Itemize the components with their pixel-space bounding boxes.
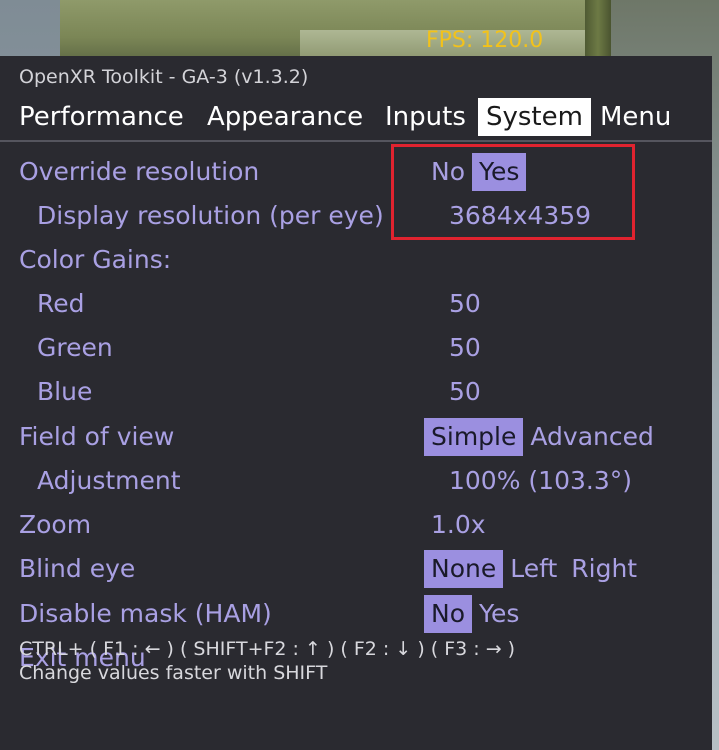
field-of-view-simple[interactable]: Simple [424,418,524,456]
tab-inputs[interactable]: Inputs [385,98,466,136]
adjustment-value[interactable]: 100% (103.3°) [449,463,632,499]
tab-system[interactable]: System [478,98,591,136]
tabs-divider [0,140,712,142]
tab-appearance[interactable]: Appearance [207,98,363,136]
override-resolution-label: Override resolution [19,157,260,186]
blind-eye-label: Blind eye [19,554,136,583]
setting-green: Green 50 [0,330,712,366]
blind-eye-none[interactable]: None [424,550,504,588]
field-of-view-options: Simple Advanced [424,418,661,456]
tab-performance[interactable]: Performance [19,98,184,136]
blue-label: Blue [37,377,93,406]
display-resolution-label: Display resolution (per eye) [37,201,384,230]
blind-eye-options: None Left Right [424,550,644,588]
zoom-label: Zoom [19,510,92,539]
annotation-highlight-box [391,144,635,240]
help-shortcuts: CTRL+ ( F1 : ← ) ( SHIFT+F2 : ↑ ) ( F2 :… [19,638,516,660]
setting-adjustment: Adjustment 100% (103.3°) [0,463,712,499]
disable-mask-no[interactable]: No [424,595,472,633]
menu-title: OpenXR Toolkit - GA-3 (v1.3.2) [19,66,309,88]
setting-red: Red 50 [0,286,712,322]
setting-color-gains: Color Gains: [0,242,712,278]
disable-mask-label: Disable mask (HAM) [19,599,272,628]
setting-field-of-view: Field of view Simple Advanced [0,418,712,456]
red-label: Red [37,289,85,318]
adjustment-label: Adjustment [37,466,181,495]
field-of-view-advanced[interactable]: Advanced [523,418,661,456]
blue-value[interactable]: 50 [449,374,481,410]
setting-zoom: Zoom 1.0x [0,507,712,543]
disable-mask-yes[interactable]: Yes [472,595,526,633]
fps-counter: FPS: 120.0 [426,28,544,53]
setting-blind-eye: Blind eye None Left Right [0,550,712,588]
green-value[interactable]: 50 [449,330,481,366]
setting-blue: Blue 50 [0,374,712,410]
blind-eye-left[interactable]: Left [503,550,564,588]
tab-menu[interactable]: Menu [600,98,671,136]
color-gains-label: Color Gains: [19,245,172,274]
blind-eye-right[interactable]: Right [564,550,644,588]
field-of-view-label: Field of view [19,422,175,451]
setting-disable-mask: Disable mask (HAM) No Yes [0,595,712,633]
zoom-value[interactable]: 1.0x [431,507,486,543]
red-value[interactable]: 50 [449,286,481,322]
disable-mask-options: No Yes [424,595,526,633]
green-label: Green [37,333,113,362]
help-shift-hint: Change values faster with SHIFT [19,662,328,684]
